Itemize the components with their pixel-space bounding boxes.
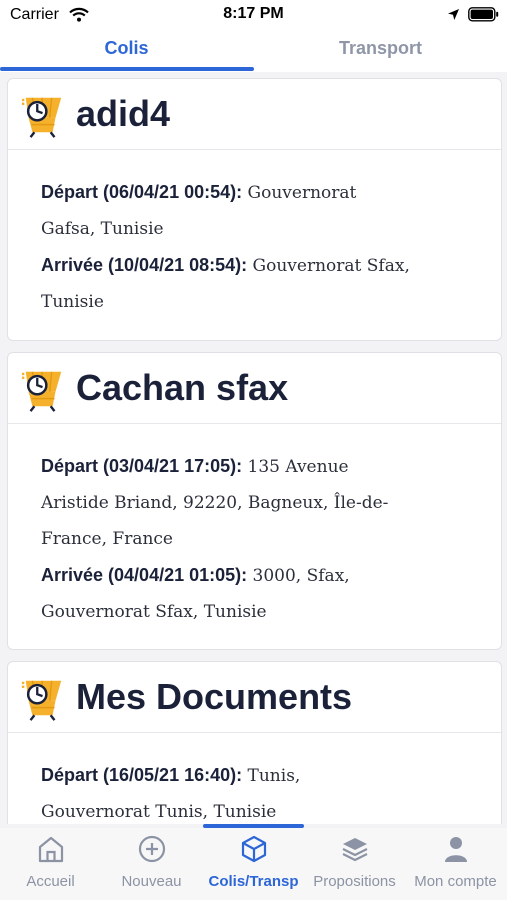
card-body: Départ (03/04/21 17:05): 135 Avenue Aris… bbox=[8, 424, 501, 630]
layers-icon bbox=[342, 838, 368, 862]
parcel-clock-icon bbox=[20, 370, 63, 413]
card-title: Mes Documents bbox=[76, 676, 353, 717]
parcel-list[interactable]: adid4 Départ (06/04/21 00:54): Gouvernor… bbox=[0, 72, 507, 824]
top-tabs: Colis Transport bbox=[0, 30, 507, 72]
card-body: Départ (06/04/21 00:54): Gouvernorat Gaf… bbox=[8, 150, 501, 320]
battery-icon bbox=[468, 7, 499, 22]
arrival-label: Arrivée (10/04/21 08:54): bbox=[41, 255, 248, 275]
card-header: Cachan sfax bbox=[8, 353, 501, 424]
nav-label: Propositions bbox=[313, 873, 396, 890]
card-header: Mes Documents bbox=[8, 662, 501, 733]
tab-transport[interactable]: Transport bbox=[254, 38, 507, 59]
nav-label: Nouveau bbox=[121, 873, 182, 890]
parcel-card[interactable]: Cachan sfax Départ (03/04/21 17:05): 135… bbox=[7, 352, 502, 650]
arrival-label: Arrivée (04/04/21 01:05): bbox=[41, 565, 248, 585]
arrival-line: Arrivée (04/04/21 01:05): 3000, Sfax, bbox=[41, 557, 481, 594]
departure-address: Tunis, bbox=[247, 766, 301, 786]
bottom-nav: Accueil Nouveau Colis/Transp Proposition… bbox=[0, 828, 507, 900]
plus-circle-icon bbox=[138, 835, 166, 863]
departure-address-cont: Aristide Briand, 92220, Bagneux, Île-de- bbox=[41, 493, 389, 513]
tab-colis[interactable]: Colis bbox=[0, 38, 253, 59]
nav-label: Accueil bbox=[26, 873, 75, 890]
arrival-line: Arrivée (10/04/21 08:54): Gouvernorat Sf… bbox=[41, 247, 481, 284]
departure-address-cont: Gouvernorat Tunis, Tunisie bbox=[41, 802, 277, 822]
parcel-clock-icon bbox=[20, 679, 63, 722]
location-arrow-icon bbox=[448, 9, 459, 20]
parcel-clock-icon bbox=[20, 96, 63, 139]
clock: 8:17 PM bbox=[223, 5, 284, 22]
departure-address: 135 Avenue bbox=[247, 457, 349, 477]
departure-label: Départ (06/04/21 00:54): bbox=[41, 182, 243, 202]
card-title: Cachan sfax bbox=[76, 367, 289, 408]
arrival-address: Gouvernorat Sfax, bbox=[252, 256, 410, 276]
card-body: Départ (16/05/21 16:40): Tunis, Gouverno… bbox=[8, 733, 501, 824]
home-icon bbox=[38, 836, 64, 863]
departure-line: Départ (03/04/21 17:05): 135 Avenue bbox=[41, 448, 481, 485]
departure-line: Départ (16/05/21 16:40): Tunis, bbox=[41, 757, 481, 794]
arrival-address: 3000, Sfax, bbox=[252, 566, 350, 586]
active-tab-indicator bbox=[0, 67, 254, 71]
status-bar: Carrier 8:17 PM bbox=[0, 0, 507, 30]
nav-label: Colis/Transp bbox=[208, 873, 299, 890]
nav-label: Mon compte bbox=[414, 873, 497, 890]
departure-line: Départ (06/04/21 00:54): Gouvernorat bbox=[41, 174, 481, 211]
user-icon bbox=[445, 837, 467, 862]
departure-label: Départ (16/05/21 16:40): bbox=[41, 765, 243, 785]
card-header: adid4 bbox=[8, 79, 501, 150]
parcel-card[interactable]: Mes Documents Départ (16/05/21 16:40): T… bbox=[7, 661, 502, 824]
departure-label: Départ (03/04/21 17:05): bbox=[41, 456, 243, 476]
parcel-card[interactable]: adid4 Départ (06/04/21 00:54): Gouvernor… bbox=[7, 78, 502, 341]
arrival-address-cont: Tunisie bbox=[41, 292, 104, 312]
departure-address: Gouvernorat bbox=[247, 183, 357, 203]
departure-address-cont: France, France bbox=[41, 529, 173, 549]
arrival-address-cont: Gouvernorat Sfax, Tunisie bbox=[41, 602, 267, 622]
box-icon bbox=[241, 835, 267, 863]
departure-address-cont: Gafsa, Tunisie bbox=[41, 219, 164, 239]
card-title: adid4 bbox=[76, 93, 171, 134]
